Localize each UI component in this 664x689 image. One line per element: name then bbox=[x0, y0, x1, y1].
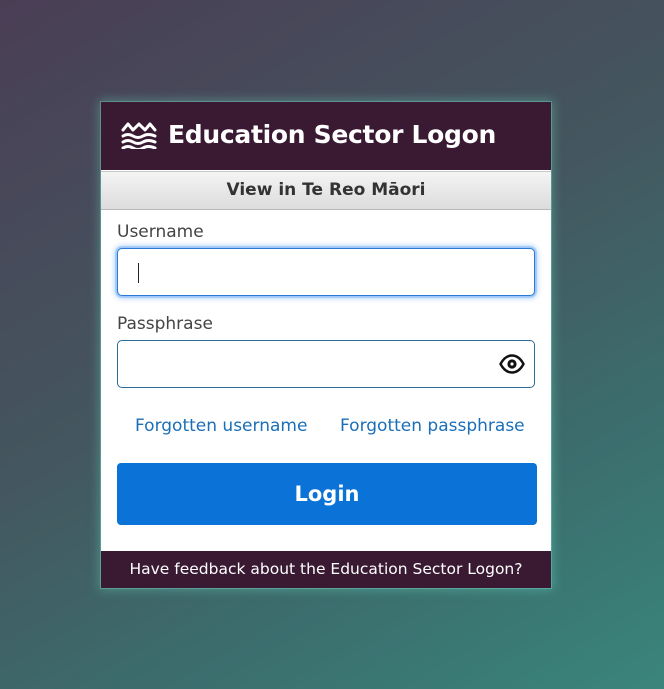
username-input[interactable] bbox=[117, 248, 535, 296]
card-header: Education Sector Logon bbox=[101, 102, 551, 170]
page-title: Education Sector Logon bbox=[168, 120, 496, 149]
feedback-link[interactable]: Have feedback about the Education Sector… bbox=[101, 551, 551, 588]
passphrase-input[interactable] bbox=[117, 340, 535, 388]
language-toggle-button[interactable]: View in Te Reo Māori bbox=[101, 171, 551, 210]
username-label: Username bbox=[117, 222, 204, 242]
forgot-passphrase-link[interactable]: Forgotten passphrase bbox=[340, 416, 525, 436]
login-button[interactable]: Login bbox=[117, 463, 537, 525]
text-caret bbox=[138, 263, 139, 283]
login-card: Education Sector Logon View in Te Reo Mā… bbox=[101, 102, 551, 588]
passphrase-label: Passphrase bbox=[117, 314, 213, 334]
eye-icon[interactable] bbox=[499, 354, 525, 374]
waves-logo-icon bbox=[121, 122, 157, 149]
forgot-username-link[interactable]: Forgotten username bbox=[135, 416, 307, 436]
